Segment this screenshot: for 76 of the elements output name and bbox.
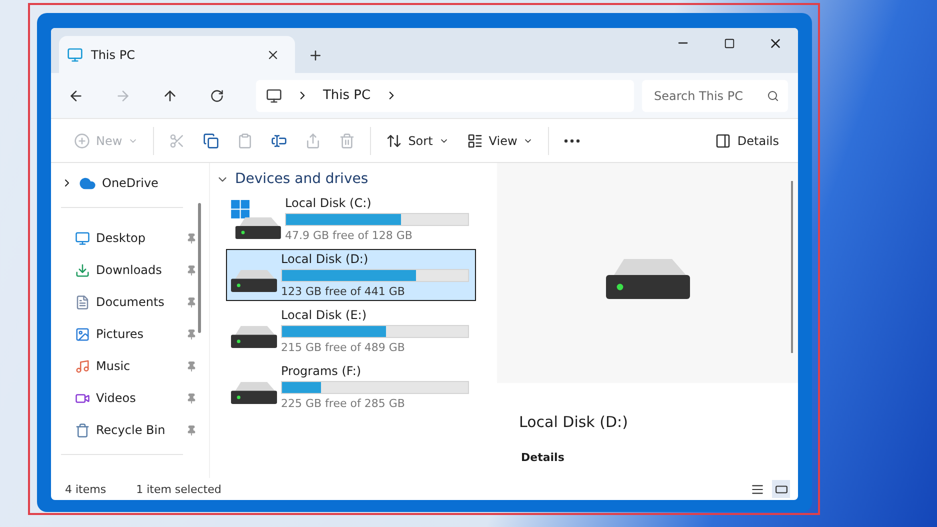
group-header[interactable]: Devices and drives — [216, 171, 497, 187]
sidebar-item[interactable]: Videos — [51, 382, 197, 414]
drive-tile[interactable]: Local Disk (C:) 47.9 GB free of 128 GB — [226, 193, 476, 245]
drive-icon — [606, 259, 690, 299]
address-bar[interactable]: This PC — [256, 80, 634, 112]
sidebar-item[interactable]: Documents — [51, 286, 197, 318]
sidebar-label: Videos — [96, 391, 137, 405]
free-space-text: 225 GB free of 285 GB — [281, 397, 406, 410]
details-pane-icon — [715, 132, 732, 148]
drive-name: Local Disk (D:) — [281, 252, 370, 266]
drive-icon — [231, 326, 277, 348]
sort-icon — [386, 132, 402, 148]
selection-count: 1 item selected — [136, 482, 222, 496]
rectangle-icon — [774, 482, 788, 496]
drive-icon — [231, 382, 277, 404]
tiles-view-button[interactable] — [772, 480, 790, 498]
group-title: Devices and drives — [235, 171, 368, 187]
sidebar-item[interactable]: OneDrive — [51, 169, 209, 197]
sidebar-item[interactable]: Music — [51, 350, 197, 382]
list-lines-icon — [750, 482, 764, 496]
view-list-icon — [466, 132, 483, 148]
music-icon — [75, 358, 90, 374]
download-icon — [75, 262, 90, 278]
refresh-icon — [210, 88, 224, 102]
sidebar-item[interactable]: Pictures — [51, 318, 197, 350]
window-tab[interactable]: This PC — [59, 36, 295, 73]
drive-tile[interactable]: Programs (F:) 225 GB free of 285 GB — [226, 361, 476, 413]
sidebar-label: Downloads — [96, 263, 163, 277]
paste-icon — [237, 132, 254, 148]
sidebar-item[interactable]: Downloads — [51, 254, 197, 286]
desktop-icon — [75, 230, 90, 246]
more-icon — [564, 138, 580, 142]
share-icon — [305, 132, 322, 148]
drive-name: Local Disk (C:) — [285, 196, 372, 210]
search-icon — [767, 90, 779, 102]
monitor-icon — [67, 46, 83, 62]
sidebar-label: Recycle Bin — [96, 423, 166, 437]
drive-name: Local Disk (E:) — [281, 308, 368, 322]
free-space-text: 215 GB free of 489 GB — [281, 341, 406, 354]
picture-icon — [75, 326, 90, 342]
cut-icon — [169, 132, 186, 148]
sidebar-label: Music — [96, 359, 132, 373]
details-heading: Details — [521, 451, 566, 464]
sidebar-label: Pictures — [96, 327, 145, 341]
maximize-icon — [724, 38, 734, 48]
recycle-bin-icon — [75, 422, 90, 438]
monitor-icon — [266, 88, 282, 104]
view-button[interactable]: View — [458, 124, 542, 156]
sidebar-item[interactable]: Desktop — [51, 222, 197, 254]
rename-icon — [271, 132, 288, 148]
tab-title: This PC — [91, 48, 136, 62]
new-plus-icon — [74, 132, 90, 148]
forward-arrow-icon — [115, 88, 132, 104]
system-drive-icon — [231, 200, 281, 238]
copy-icon — [203, 132, 220, 148]
breadcrumb[interactable]: This PC — [322, 88, 371, 103]
scrollbar[interactable] — [198, 203, 201, 333]
scrollbar[interactable] — [791, 181, 793, 353]
details-title: Local Disk (D:) — [519, 413, 629, 431]
drive-tile[interactable]: Local Disk (E:) 215 GB free of 489 GB — [226, 305, 476, 357]
sidebar-item[interactable]: Recycle Bin — [51, 414, 197, 446]
search-field[interactable]: Search This PC — [642, 80, 788, 112]
drive-icon — [231, 270, 277, 292]
plus-icon — [308, 48, 322, 62]
sidebar-label: OneDrive — [102, 176, 160, 190]
sidebar-label: Desktop — [96, 231, 146, 245]
item-count: 4 items — [65, 482, 106, 496]
free-space-text: 123 GB free of 441 GB — [281, 285, 406, 298]
sidebar-label: Documents — [96, 295, 166, 309]
drive-tile[interactable]: Local Disk (D:) 123 GB free of 441 GB — [226, 249, 476, 301]
free-space-text: 47.9 GB free of 128 GB — [285, 229, 414, 242]
drive-name: Programs (F:) — [281, 364, 362, 378]
details-button[interactable]: Details — [706, 124, 788, 156]
document-icon — [75, 294, 90, 310]
sort-button[interactable]: Sort — [377, 124, 458, 156]
delete-icon — [339, 132, 356, 148]
